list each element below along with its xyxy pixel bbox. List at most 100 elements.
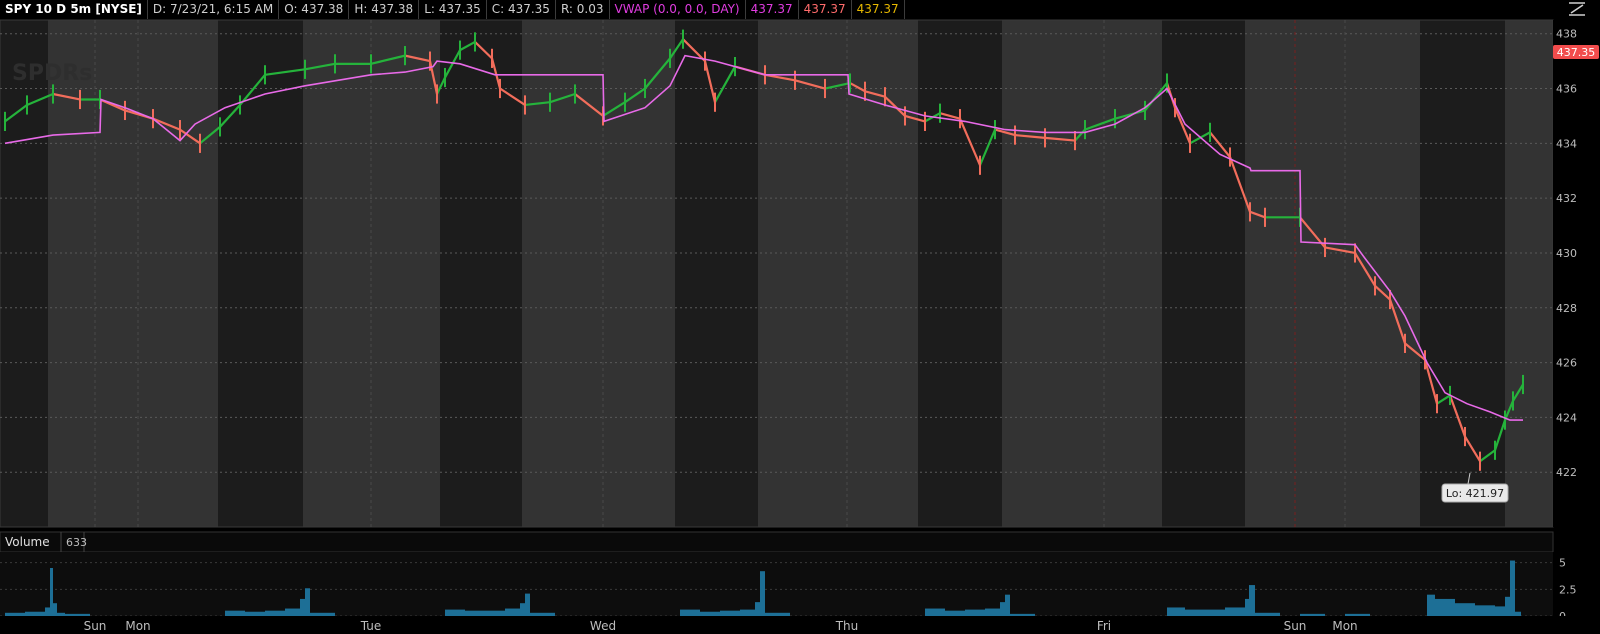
volume-bar: [1005, 594, 1010, 616]
volume-band: [675, 552, 758, 616]
volume-band: [48, 552, 218, 616]
time-tick-label: Tue: [360, 619, 382, 633]
volume-bar: [225, 610, 245, 616]
volume-bar: [1427, 594, 1435, 616]
price-tick-label: 422: [1556, 466, 1577, 479]
volume-session-bands: [0, 552, 1553, 616]
volume-bar: [945, 610, 965, 616]
volume-bar: [310, 612, 335, 616]
price-axis: 438 436 434 432 430 428 426 424 422: [1553, 20, 1600, 527]
volume-bar: [965, 609, 985, 616]
volume-tick-label: 5: [1559, 557, 1566, 570]
volume-bar: [265, 610, 285, 616]
session-bands: [0, 19, 1554, 528]
session-band: [1162, 20, 1245, 527]
volume-bar: [985, 608, 1000, 616]
volume-bar: [700, 611, 720, 616]
volume-bar: [765, 612, 790, 616]
volume-bar: [5, 612, 25, 616]
watermark-logo: SPDRs: [12, 61, 92, 86]
time-tick-label: Mon: [1332, 619, 1357, 633]
volume-label: Volume: [5, 535, 50, 549]
volume-bar: [1255, 612, 1280, 616]
time-tick-label: Sun: [1284, 619, 1307, 633]
volume-bar: [445, 609, 465, 616]
volume-band: [522, 552, 675, 616]
price-tick-label: 434: [1556, 137, 1577, 150]
volume-bar: [1435, 598, 1455, 616]
price-tick-label: 438: [1556, 28, 1577, 41]
volume-bar: [760, 571, 765, 616]
price-chart[interactable]: SPDRs 438 436 434 432 430 428 426 424 422 437.35…: [0, 0, 1600, 634]
volume-bar: [720, 610, 740, 616]
volume-bar: [300, 598, 305, 616]
volume-bar: [1205, 609, 1225, 616]
volume-bar: [485, 610, 505, 616]
volume-tick-label: 2.5: [1559, 583, 1577, 596]
volume-bar: [1185, 609, 1205, 616]
volume-bar: [53, 603, 57, 616]
time-axis: Sun Mon Tue Wed Thu Fri Sun Mon: [0, 616, 1600, 634]
volume-bar: [1000, 602, 1005, 616]
volume-band: [1245, 552, 1420, 616]
session-band: [1245, 20, 1420, 527]
price-tick-label: 436: [1556, 83, 1577, 96]
volume-bar: [505, 608, 520, 616]
volume-bar: [1245, 598, 1249, 616]
volume-bar: [755, 602, 760, 616]
volume-bar: [285, 608, 300, 616]
price-tick-label: 430: [1556, 247, 1577, 260]
volume-bar: [740, 609, 755, 616]
volume-band: [918, 552, 1002, 616]
volume-bar: [525, 593, 530, 616]
volume-bar: [1249, 585, 1255, 616]
price-tick-label: 428: [1556, 302, 1577, 315]
session-band: [0, 20, 48, 527]
time-tick-label: Mon: [125, 619, 150, 633]
volume-band: [1002, 552, 1162, 616]
volume-bar: [1455, 603, 1475, 616]
volume-band: [303, 552, 440, 616]
last-price-tag: 437.35: [1553, 45, 1599, 59]
volume-bar: [305, 588, 310, 616]
volume-band: [0, 552, 48, 616]
time-tick-label: Fri: [1097, 619, 1111, 633]
volume-bar: [1300, 613, 1325, 616]
price-tick-label: 426: [1556, 357, 1577, 370]
session-band: [758, 20, 918, 527]
volume-band: [758, 552, 918, 616]
session-band: [918, 20, 1002, 527]
volume-bar: [1167, 607, 1185, 616]
time-tick-label: Wed: [590, 619, 616, 633]
time-tick-label: Sun: [84, 619, 107, 633]
volume-bar: [45, 607, 50, 616]
session-band: [675, 20, 758, 527]
volume-band: [1162, 552, 1245, 616]
chart-window: SPY 10 D 5m [NYSE] D: 7/23/21, 6:15 AM O…: [0, 0, 1600, 634]
last-price-value: 437.35: [1557, 46, 1596, 59]
session-band: [1505, 20, 1553, 527]
volume-band: [440, 552, 522, 616]
volume-bar: [530, 612, 555, 616]
session-band: [1002, 20, 1162, 527]
session-band: [48, 20, 218, 527]
price-tick-label: 424: [1556, 411, 1577, 424]
volume-bar: [1510, 560, 1515, 616]
volume-bar: [925, 608, 945, 616]
volume-bar: [1010, 613, 1035, 616]
low-callout-text: Lo: 421.97: [1446, 487, 1504, 500]
volume-bar: [1225, 607, 1245, 616]
volume-bar: [1495, 606, 1505, 616]
volume-bar: [1475, 605, 1495, 616]
volume-bar: [245, 611, 265, 616]
volume-bar: [25, 611, 45, 616]
volume-band: [218, 552, 303, 616]
volume-bar: [65, 613, 90, 616]
volume-bar: [465, 610, 485, 616]
volume-bar: [680, 609, 700, 616]
volume-bar: [50, 568, 53, 616]
time-tick-label: Thu: [835, 619, 859, 633]
volume-value: 633: [66, 536, 87, 549]
volume-bar: [1505, 596, 1510, 616]
volume-panel-header: Volume 633: [0, 531, 1554, 553]
